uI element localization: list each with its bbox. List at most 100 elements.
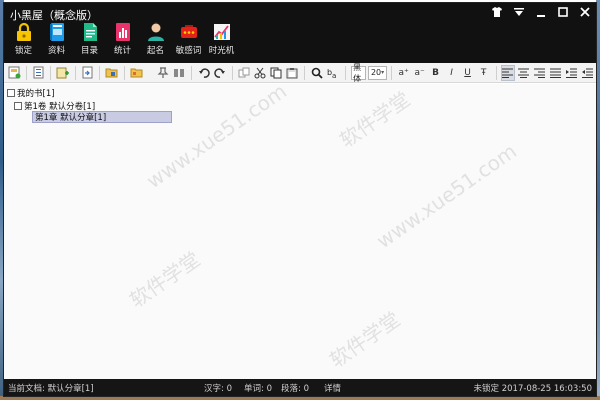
folder-icon (130, 68, 143, 78)
word-count: 单词: 0 (244, 384, 272, 394)
window-controls (490, 6, 592, 20)
align-right-button[interactable] (533, 65, 547, 81)
expand-toggle[interactable] (14, 102, 22, 110)
undo-button[interactable] (197, 65, 211, 81)
maximize-button[interactable] (556, 6, 570, 20)
copy-format-button[interactable] (237, 65, 251, 81)
font-size-select[interactable]: 20 ▾ (367, 65, 388, 80)
person-icon (147, 22, 164, 41)
redo-button[interactable] (213, 65, 227, 81)
alert-icon (180, 25, 197, 38)
watermark-text: www.xue51.com (372, 138, 521, 254)
book-icon (49, 23, 64, 41)
justify-icon (550, 68, 562, 78)
open-folder-button[interactable] (105, 65, 119, 81)
redo-icon (214, 67, 225, 78)
new-volume-button[interactable] (56, 65, 70, 81)
pin-button[interactable] (156, 65, 170, 81)
align-left-button[interactable] (500, 64, 515, 81)
watermark-text: 软件学堂 (325, 306, 405, 373)
cut-button[interactable] (253, 65, 267, 81)
close-button[interactable] (578, 6, 592, 20)
skin-button[interactable] (490, 6, 504, 20)
tree-node-label: 我的书[1] (17, 89, 55, 99)
scissors-icon (254, 67, 266, 78)
columns-icon (174, 68, 185, 77)
title-bar: 小黑屋（概念版） 锁定 资料 目录 统计 起名 敏感词 时光机 (4, 3, 596, 63)
book-properties-button[interactable] (31, 65, 45, 81)
bold-button[interactable]: B (429, 65, 443, 81)
ribbon-naming-button[interactable]: 起名 (140, 21, 171, 59)
font-family-select[interactable]: 黑体 (351, 63, 366, 83)
import-icon (82, 66, 93, 79)
document-icon (83, 23, 97, 41)
ribbon-stats-button[interactable]: 统计 (107, 21, 138, 59)
new-book-button[interactable] (7, 65, 21, 81)
tree-node-label: 第1章 默认分章[1] (35, 113, 107, 123)
ribbon-lock-button[interactable]: 锁定 (8, 21, 39, 59)
find-button[interactable] (310, 65, 324, 81)
current-document-status: 当前文档: 默认分章[1] (8, 384, 94, 394)
shirt-icon (492, 7, 502, 17)
outdent-button[interactable] (581, 65, 595, 81)
status-bar: 当前文档: 默认分章[1] 汉字: 0 单词: 0 段落: 0 详情 未锁定 2… (4, 379, 596, 396)
duplicate-icon (238, 67, 250, 77)
replace-button[interactable]: ba (326, 65, 340, 81)
ribbon-sensitive-label: 敏感词 (175, 46, 202, 56)
ribbon-timemachine-button[interactable]: 时光机 (206, 21, 237, 59)
paste-icon (286, 67, 298, 78)
ribbon-sensitive-button[interactable]: 敏感词 (173, 21, 204, 59)
folder-button[interactable] (129, 65, 143, 81)
align-left-icon (502, 68, 514, 78)
paste-button[interactable] (285, 65, 299, 81)
underline-button[interactable]: U (461, 65, 475, 81)
add-volume-icon (56, 67, 70, 79)
ribbon-lock-label: 锁定 (14, 46, 32, 56)
dropdown-icon (514, 8, 524, 16)
ribbon-info-label: 资料 (47, 46, 65, 56)
tree-node-book[interactable]: 我的书[1] (7, 87, 55, 99)
justify-button[interactable] (549, 65, 563, 81)
char-count: 汉字: 0 (204, 384, 232, 394)
undo-icon (198, 67, 210, 78)
svg-text:a: a (332, 72, 336, 79)
chapter-tree: 我的书[1] 第1卷 默认分卷[1] 第1章 默认分章[1] www.xue51… (4, 79, 596, 381)
chevron-down-icon: ▾ (381, 69, 385, 76)
editor-toolbar: ba 黑体 20 ▾ a⁺ a⁻ B I U Ŧ (4, 63, 596, 83)
italic-button[interactable]: I (445, 65, 459, 81)
watermark-text: 软件学堂 (335, 86, 415, 153)
search-icon (311, 67, 323, 79)
menu-dropdown-button[interactable] (512, 6, 526, 20)
ribbon-toc-button[interactable]: 目录 (74, 21, 105, 59)
lock-status-time: 未锁定 2017-08-25 16:03:50 (473, 384, 592, 394)
minimize-button[interactable] (534, 6, 548, 20)
minimize-icon (537, 15, 545, 17)
outdent-icon (582, 68, 594, 78)
close-icon (580, 7, 590, 17)
ribbon-stats-label: 统计 (113, 46, 131, 56)
ribbon-info-button[interactable]: 资料 (41, 21, 72, 59)
decrease-font-button[interactable]: a⁻ (413, 65, 427, 81)
columns-button[interactable] (172, 65, 186, 81)
increase-font-button[interactable]: a⁺ (397, 65, 411, 81)
properties-icon (33, 66, 44, 79)
expand-toggle[interactable] (7, 89, 15, 97)
app-window: 小黑屋（概念版） 锁定 资料 目录 统计 起名 敏感词 时光机 b a 黑体 2… (3, 2, 597, 397)
paragraph-count: 段落: 0 (281, 384, 309, 394)
copy-button[interactable] (269, 65, 283, 81)
indent-icon (566, 68, 578, 78)
stats-icon (115, 23, 130, 41)
ribbon-naming-label: 起名 (146, 46, 164, 56)
indent-button[interactable] (565, 65, 579, 81)
pin-icon (158, 66, 169, 78)
details-link[interactable]: 详情 (324, 382, 341, 394)
import-button[interactable] (80, 65, 94, 81)
strikethrough-button[interactable]: Ŧ (477, 65, 491, 81)
maximize-icon (558, 7, 568, 17)
tree-node-chapter-selected[interactable]: 第1章 默认分章[1] (32, 111, 172, 123)
new-book-icon (8, 66, 20, 79)
chart-icon (213, 24, 230, 40)
align-right-icon (534, 68, 546, 78)
align-center-button[interactable] (517, 65, 531, 81)
ribbon: 锁定 资料 目录 统计 起名 敏感词 时光机 (8, 21, 237, 59)
